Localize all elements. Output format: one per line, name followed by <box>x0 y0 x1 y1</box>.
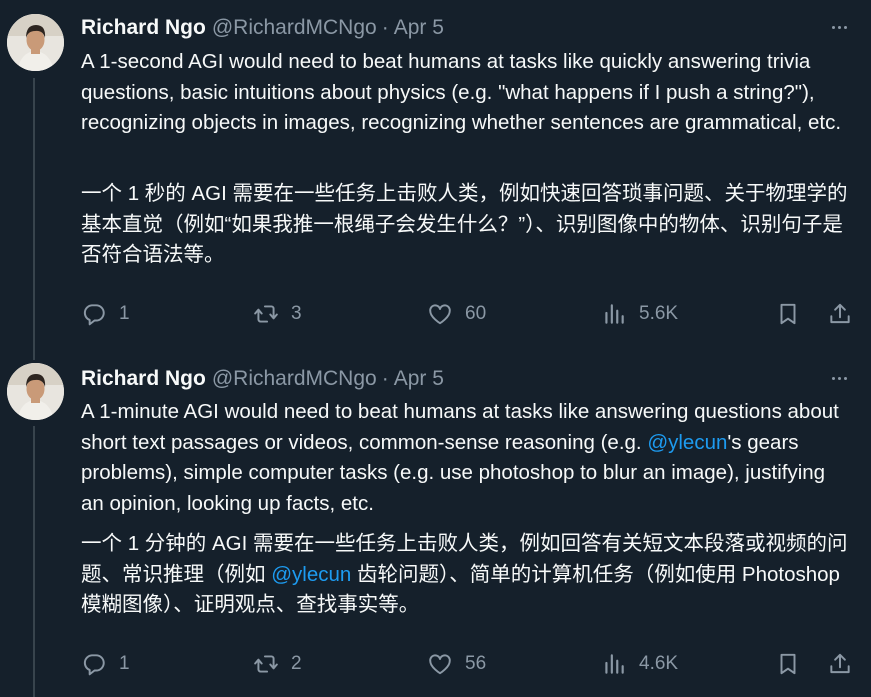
thread: Richard Ngo @RichardMCNgo · Apr 5 A 1-se… <box>0 0 871 697</box>
views-icon <box>605 304 624 324</box>
author-handle[interactable]: @RichardMCNgo <box>212 367 377 391</box>
mention-link[interactable]: @ylecun <box>647 431 727 454</box>
tweet-header: Richard Ngo @RichardMCNgo · Apr 5 <box>81 366 851 392</box>
repost-button[interactable]: 2 <box>253 649 302 679</box>
more-icon[interactable] <box>825 368 853 388</box>
tweet-header: Richard Ngo @RichardMCNgo · Apr 5 <box>81 15 851 41</box>
thread-connector-line <box>33 426 35 697</box>
tweet-text-english: A 1-second AGI would need to beat humans… <box>81 50 842 134</box>
reply-button[interactable]: 1 <box>81 299 130 329</box>
share-icon <box>830 653 850 674</box>
views-button[interactable]: 4.6K <box>601 649 678 679</box>
mention-link[interactable]: @ylecun <box>271 563 351 586</box>
tweet-text-english: A 1-minute AGI would need to beat humans… <box>81 397 853 519</box>
like-button[interactable]: 56 <box>427 649 486 679</box>
reply-count: 1 <box>119 653 130 674</box>
tweet[interactable]: Richard Ngo @RichardMCNgo · Apr 5 A 1-se… <box>0 0 871 360</box>
reply-button[interactable]: 1 <box>81 649 130 679</box>
views-button[interactable]: 5.6K <box>601 299 678 329</box>
repost-count: 2 <box>291 653 302 674</box>
author-name[interactable]: Richard Ngo <box>81 16 206 40</box>
bookmark-button[interactable] <box>775 649 801 679</box>
views-icon <box>605 654 624 674</box>
heart-icon <box>429 304 451 325</box>
reply-icon <box>83 304 105 326</box>
author-name[interactable]: Richard Ngo <box>81 367 206 391</box>
avatar-image <box>7 363 64 420</box>
repost-icon <box>254 655 278 673</box>
avatar-image <box>7 14 64 71</box>
like-count: 56 <box>465 653 487 674</box>
tweet-text-chinese: 一个 1 分钟的 AGI 需要在一些任务上击败人类，例如回答有关短文本段落或视频… <box>81 529 853 621</box>
tweet[interactable]: Richard Ngo @RichardMCNgo · Apr 5 A 1-mi… <box>0 350 871 697</box>
thread-connector-line <box>33 78 35 360</box>
repost-button[interactable]: 3 <box>253 299 302 329</box>
tweet-date[interactable]: Apr 5 <box>394 367 444 391</box>
tweet-actions: 1 2 56 4.6K <box>81 649 853 679</box>
repost-icon <box>254 305 278 323</box>
like-button[interactable]: 60 <box>427 299 486 329</box>
separator-dot: · <box>381 16 389 39</box>
share-icon <box>830 303 850 324</box>
avatar[interactable] <box>7 14 64 71</box>
more-icon[interactable] <box>825 17 853 37</box>
reply-icon <box>83 654 105 676</box>
separator-dot: · <box>381 367 389 390</box>
bookmark-icon <box>780 653 796 675</box>
tweet-date[interactable]: Apr 5 <box>394 16 444 40</box>
tweet-text-chinese: 一个 1 秒的 AGI 需要在一些任务上击败人类，例如快速回答琐事问题、关于物理… <box>81 182 848 266</box>
bookmark-button[interactable] <box>775 299 801 329</box>
tweet-actions: 1 3 60 5.6K <box>81 299 853 329</box>
like-count: 60 <box>465 303 487 324</box>
view-count: 4.6K <box>639 653 679 674</box>
share-button[interactable] <box>827 649 853 679</box>
heart-icon <box>429 654 451 675</box>
bookmark-icon <box>780 303 796 325</box>
author-handle[interactable]: @RichardMCNgo <box>212 16 377 40</box>
share-button[interactable] <box>827 299 853 329</box>
reply-count: 1 <box>119 303 130 324</box>
repost-count: 3 <box>291 303 302 324</box>
avatar[interactable] <box>7 363 64 420</box>
view-count: 5.6K <box>639 303 679 324</box>
